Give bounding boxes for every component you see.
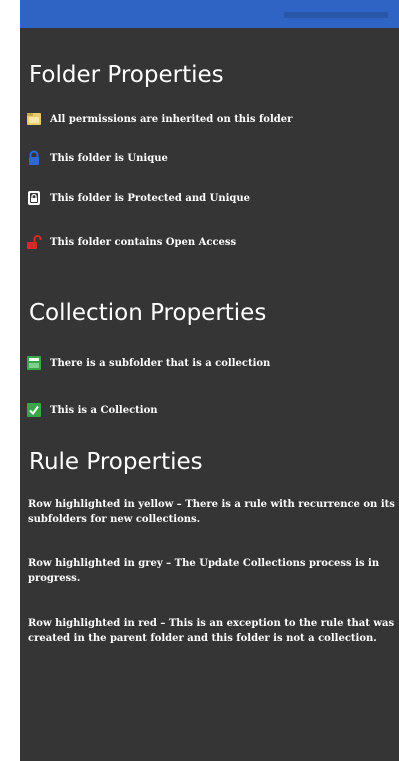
rule-yellow-text: Row highlighted in yellow – There is a r… <box>28 499 395 525</box>
folder-icon <box>26 111 42 127</box>
legend-label-subfolder-collection: There is a subfolder that is a collectio… <box>50 357 271 369</box>
legend-item-collection: This is a Collection <box>26 401 158 419</box>
legend-panel: Folder Properties All permissions are in… <box>20 28 399 761</box>
collection-check-icon <box>26 402 42 418</box>
legend-label-collection: This is a Collection <box>50 404 158 416</box>
legend-item-subfolder-collection: There is a subfolder that is a collectio… <box>26 354 270 372</box>
rule-properties-title: Rule Properties <box>29 449 203 475</box>
top-bar-tab[interactable] <box>284 12 388 18</box>
folder-properties-title: Folder Properties <box>29 62 224 88</box>
legend-label-unique: This folder is Unique <box>50 152 168 164</box>
subfolder-collection-icon <box>26 355 42 371</box>
rule-grey-text: Row highlighted in grey – The Update Col… <box>28 558 380 584</box>
collection-properties-title: Collection Properties <box>29 300 267 326</box>
lock-icon <box>26 150 42 166</box>
protected-lock-icon <box>26 190 42 206</box>
legend-item-inherited: All permissions are inherited on this fo… <box>26 110 292 128</box>
legend-label-open-access: This folder contains Open Access <box>50 236 237 248</box>
top-bar <box>20 0 399 28</box>
legend-item-unique: This folder is Unique <box>26 149 168 167</box>
rule-red-text: Row highlighted in red – This is an exce… <box>28 618 395 644</box>
legend-label-protected: This folder is Protected and Unique <box>50 192 251 204</box>
legend-item-open-access: This folder contains Open Access <box>26 233 236 251</box>
legend-label-inherited: All permissions are inherited on this fo… <box>50 113 293 125</box>
legend-item-protected: This folder is Protected and Unique <box>26 189 250 207</box>
open-lock-icon <box>26 234 42 250</box>
